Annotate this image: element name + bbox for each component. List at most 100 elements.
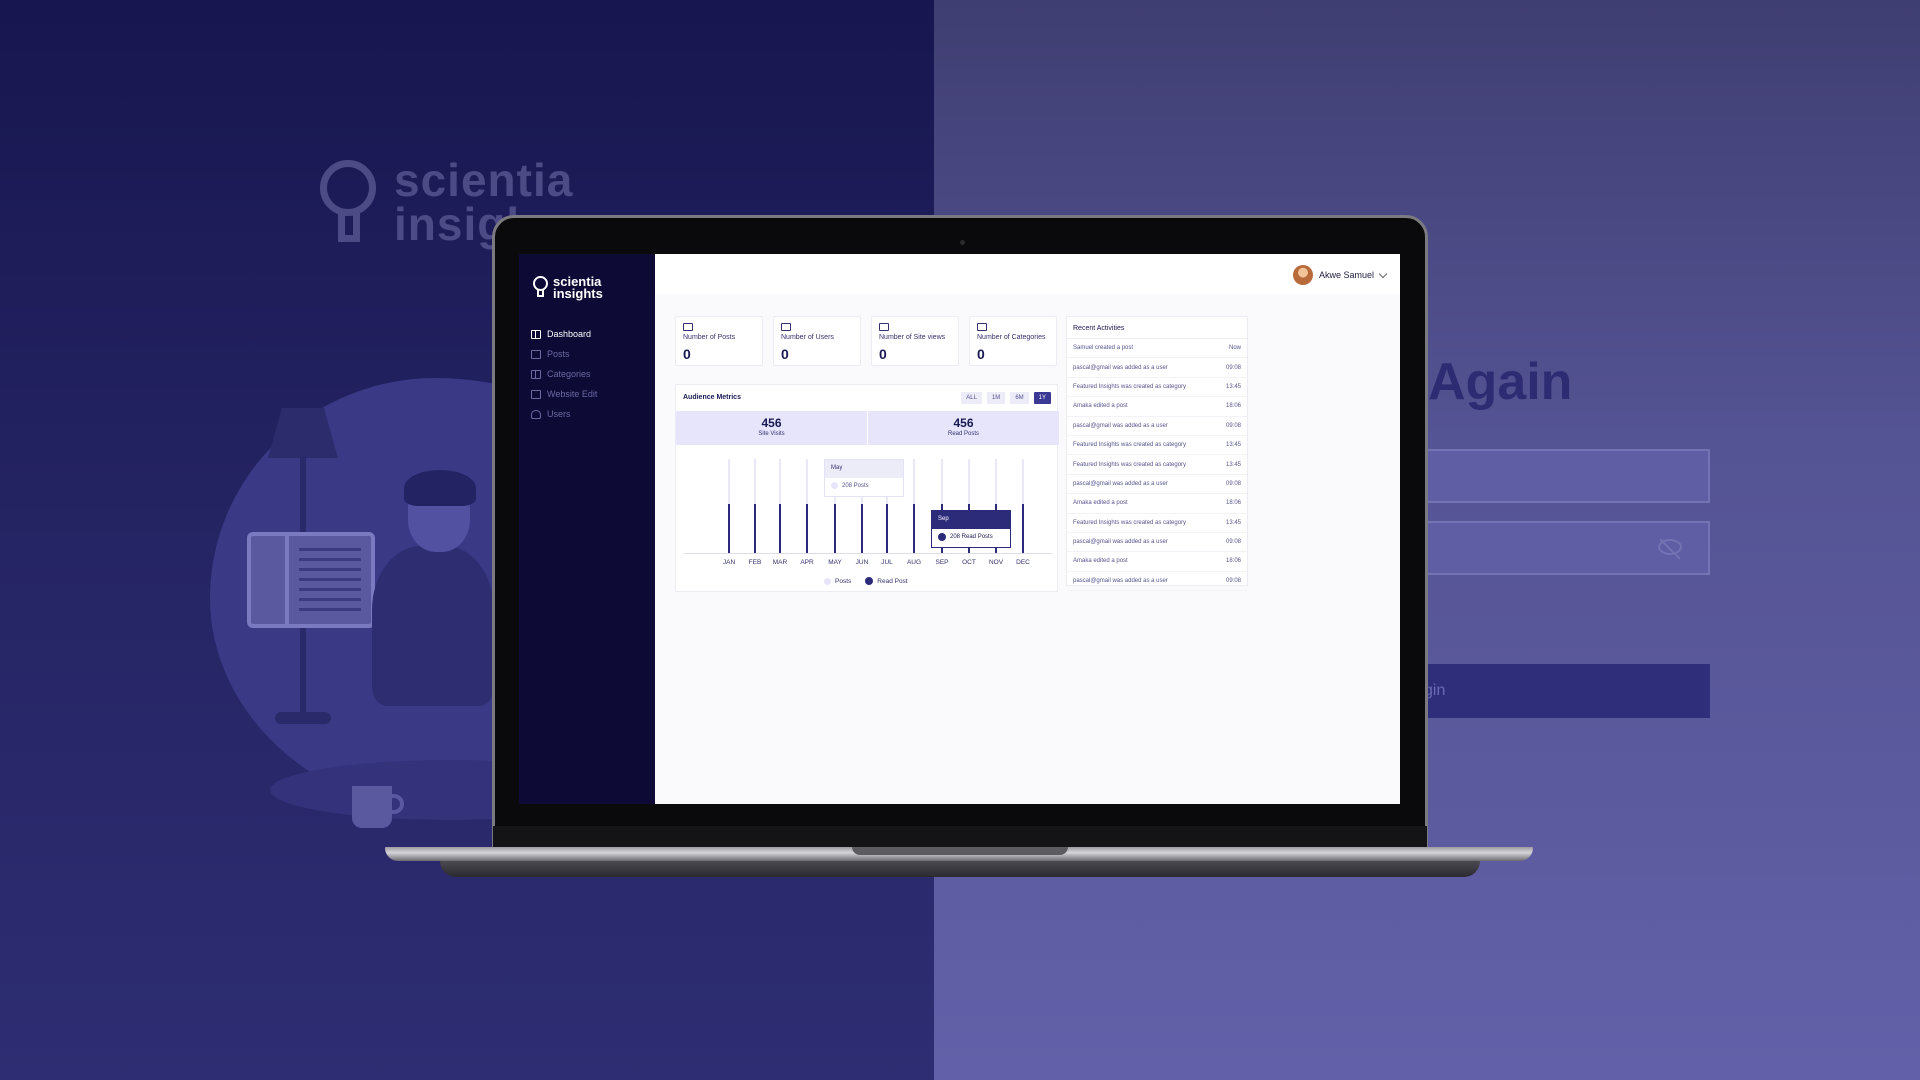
bar-read-post-aug[interactable] [913,504,915,553]
activity-text: pascal@gmail was added as a user [1073,539,1168,546]
filter-all[interactable]: ALL [961,392,982,404]
bulb-logo-icon [318,158,378,244]
activity-text: Amaka edited a post [1073,500,1128,507]
recent-activities-title: Recent Activities [1067,317,1247,339]
bar-read-post-jan[interactable] [728,504,730,553]
month-label: SEP [935,559,949,566]
stat-label: Number of Posts [683,334,736,341]
activity-time: 09:08 [1225,422,1241,429]
tooltip-text: 208 Read Posts [950,534,993,540]
stat-value: 0 [879,346,887,362]
email-field[interactable] [1410,449,1710,503]
stat-label: Number of Categories [977,334,1046,341]
bar-posts-aug[interactable] [913,459,915,553]
eye-off-icon[interactable] [1658,539,1682,555]
user-menu[interactable]: Akwe Samuel [1292,265,1388,285]
activity-time: 18:06 [1225,558,1241,565]
stat-value: 0 [781,346,789,362]
sidebar-item-posts[interactable]: Posts [531,344,597,364]
activity-row[interactable]: Amaka edited a post 18:06 [1067,552,1247,572]
activity-row[interactable]: Featured Insights was created as categor… [1067,514,1247,533]
sidebar: scientia insights Dashboard Posts Catego… [519,254,655,804]
month-label: AUG [906,559,922,566]
activity-row[interactable]: pascal@gmail was added as a user 09:08 [1067,475,1247,495]
bar-read-post-feb[interactable] [754,504,756,553]
read-posts-label: Read Posts [947,431,980,437]
activity-text: Featured Insights was created as categor… [1073,461,1187,468]
activity-row[interactable]: Samuel created a post Now [1067,339,1247,359]
activity-row[interactable]: pascal@gmail was added as a user 09:08 [1067,572,1247,592]
user-name: Akwe Samuel [1318,270,1374,280]
stat-card-categories[interactable]: Number of Categories 0 [969,316,1057,366]
mug-icon [352,786,392,828]
activity-time: 09:08 [1225,480,1241,487]
filter-1m[interactable]: 1M [986,392,1006,404]
sidebar-logo[interactable]: scientia insights [533,275,603,300]
background-logo-line-1: scientia [394,154,574,206]
read-post-dot-icon [865,577,874,585]
activity-text: pascal@gmail was added as a user [1073,480,1168,487]
bar-read-post-jun[interactable] [861,504,863,553]
activity-row[interactable]: Amaka edited a post 18:06 [1067,494,1247,514]
chevron-down-icon[interactable] [1378,269,1388,278]
chart-x-axis [684,553,1052,554]
read-post-dot-icon [938,533,946,541]
stats-row: Number of Posts 0 Number of Users 0 Numb… [675,316,1057,366]
sidebar-item-categories[interactable]: Categories [531,364,597,384]
activity-row[interactable]: Featured Insights was created as categor… [1067,378,1247,398]
stat-card-posts[interactable]: Number of Posts 0 [675,316,763,366]
person-illustration [372,546,494,706]
sidebar-item-dashboard[interactable]: Dashboard [531,324,597,344]
login-heading: Again [1428,353,1573,411]
sidebar-item-label: Website Edit [547,389,598,399]
login-button[interactable]: gin [1410,664,1710,718]
activity-row[interactable]: Amaka edited a post 18:06 [1067,397,1247,417]
month-label: OCT [962,559,976,566]
bar-read-post-dec[interactable] [1022,504,1024,553]
activity-row[interactable]: pascal@gmail was added as a user 09:08 [1067,533,1247,553]
legend-read-post[interactable]: Read Post [865,577,908,585]
users-icon [781,323,791,331]
bar-read-post-jul[interactable] [886,504,888,553]
topbar: Akwe Samuel [655,254,1400,294]
activity-row[interactable]: Featured Insights was created as categor… [1067,455,1247,475]
legend-label: Posts [835,577,852,585]
activity-time: 09:08 [1225,577,1241,584]
bar-read-post-may[interactable] [834,504,836,553]
activity-time: 13:45 [1225,383,1241,390]
bar-posts-jan[interactable] [728,459,730,553]
bar-posts-dec[interactable] [1022,459,1024,553]
sidebar-menu: Dashboard Posts Categories Website Edit … [531,324,597,424]
stat-label: Number of Site views [879,334,946,341]
stat-card-users[interactable]: Number of Users 0 [773,316,861,366]
filter-1y[interactable]: 1Y [1033,392,1051,404]
filter-6m[interactable]: 6M [1010,392,1029,404]
activity-row[interactable]: Featured Insights was created as categor… [1067,436,1247,456]
calendar-icon [683,323,693,331]
activity-text: Featured Insights was created as categor… [1073,442,1187,449]
sidebar-item-label: Dashboard [547,329,592,339]
bar-posts-mar[interactable] [779,459,781,553]
activity-row[interactable]: pascal@gmail was added as a user 09:08 [1067,417,1247,436]
sidebar-item-website-edit[interactable]: Website Edit [531,384,597,404]
month-label: FEB [748,559,762,566]
time-filter-group: ALL 1M 6M 1Y [961,392,1051,404]
activity-row[interactable]: pascal@gmail was added as a user 09:08 [1067,358,1247,378]
lamp-base [275,712,331,724]
bar-posts-apr[interactable] [806,459,808,553]
password-field[interactable] [1410,521,1710,575]
bar-posts-feb[interactable] [754,459,756,553]
read-posts-summary: 456 Read Posts [867,411,1059,445]
stat-card-site-views[interactable]: Number of Site views 0 [871,316,959,366]
categories-icon [977,323,987,331]
avatar[interactable] [1292,265,1313,285]
activity-text: Featured Insights was created as categor… [1073,383,1187,390]
legend-posts[interactable]: Posts [824,577,851,585]
audience-metrics-panel: Audience Metrics ALL 1M 6M 1Y 456 Site V… [675,384,1059,592]
bar-read-post-apr[interactable] [806,504,808,553]
sidebar-item-users[interactable]: Users [531,404,597,424]
dashboard-icon [531,329,541,339]
month-label: JUN [855,559,869,566]
bar-read-post-mar[interactable] [779,504,781,553]
recent-activities-panel: Recent Activities Samuel created a post N… [1066,316,1248,592]
